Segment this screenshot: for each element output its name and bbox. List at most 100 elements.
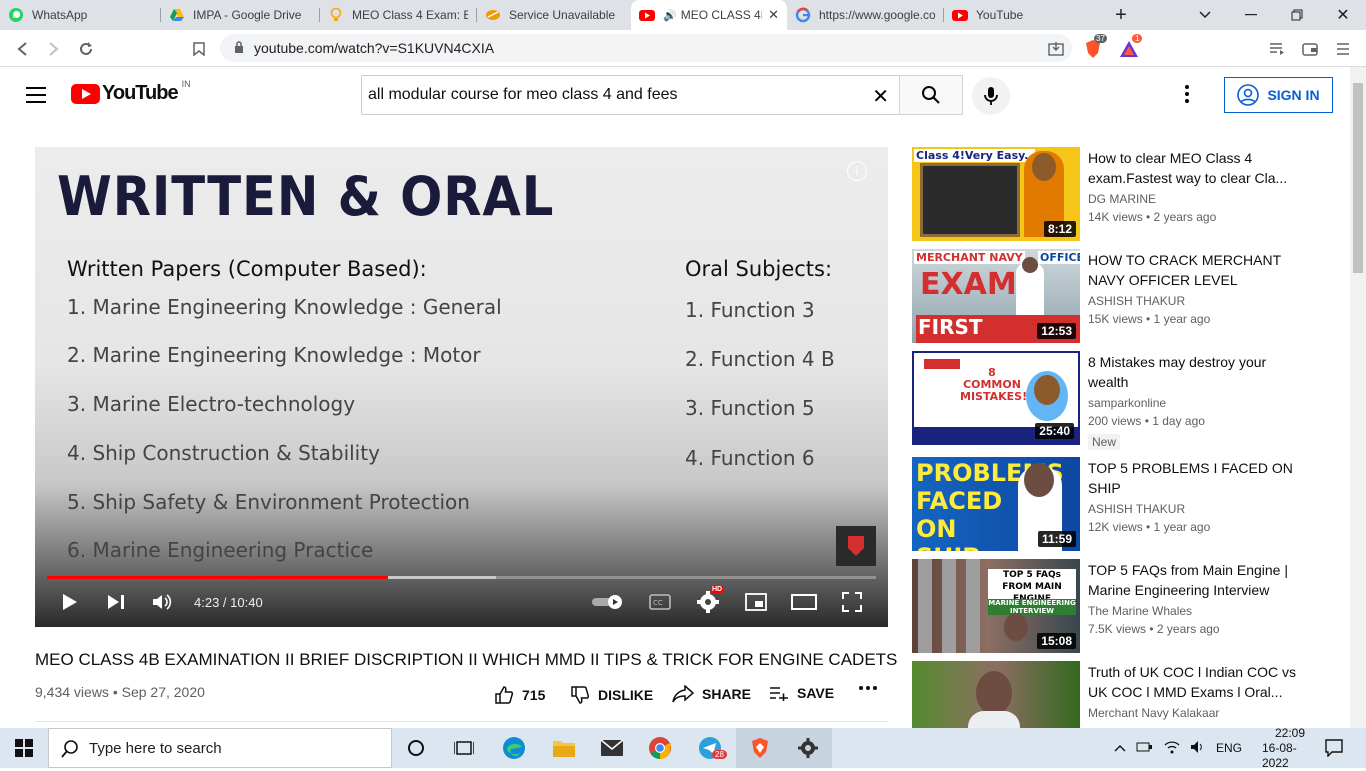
recommendation-item[interactable]: 8 COMMON MISTAKES! 25:40 8 Mistakes may …: [912, 351, 1332, 450]
more-options-icon[interactable]: [1185, 85, 1189, 109]
tab-service-unavailable[interactable]: Service Unavailable: [477, 0, 631, 30]
address-bar[interactable]: youtube.com/watch?v=S1KUVN4CXIA: [220, 34, 1072, 62]
recommendation-item[interactable]: MERCHANT NAVY EXAM OFFICER FIRST ATTEMP …: [912, 249, 1332, 345]
new-tab-button[interactable]: +: [1098, 0, 1144, 30]
bookmark-icon[interactable]: [186, 36, 212, 62]
channel-name[interactable]: ASHISH THAKUR: [1088, 294, 1185, 308]
tab-youtube[interactable]: YouTube: [944, 0, 1100, 30]
network-icon[interactable]: [1136, 740, 1154, 757]
video-thumbnail[interactable]: TOP 5 FAQs FROM MAIN ENGINE MARINE ENGIN…: [912, 559, 1080, 653]
file-explorer-button[interactable]: [540, 728, 588, 768]
sign-in-label: SIGN IN: [1267, 87, 1320, 103]
progress-bar[interactable]: [47, 576, 876, 579]
audio-playing-icon[interactable]: 🔊: [663, 9, 677, 22]
start-button[interactable]: [0, 728, 48, 768]
video-thumbnail[interactable]: Class 4!Very Easy.. 8:12: [912, 147, 1080, 241]
cortana-button[interactable]: [392, 728, 440, 768]
channel-name[interactable]: samparkonline: [1088, 396, 1166, 410]
video-thumbnail[interactable]: MERCHANT NAVY EXAM OFFICER FIRST ATTEMP …: [912, 249, 1080, 343]
youtube-logo[interactable]: YouTube IN: [71, 79, 191, 105]
recommendation-title[interactable]: How to clear MEO Class 4 exam.Fastest wa…: [1088, 148, 1298, 188]
scrollbar-thumb[interactable]: [1353, 83, 1363, 273]
telegram-button[interactable]: 28: [686, 728, 734, 768]
mute-button[interactable]: [150, 589, 176, 615]
playlist-icon[interactable]: [1264, 36, 1290, 62]
recommendation-item[interactable]: Class 4!Very Easy.. 8:12 How to clear ME…: [912, 147, 1332, 243]
page-scrollbar[interactable]: [1350, 67, 1366, 728]
notifications-button[interactable]: [1310, 728, 1358, 768]
settings-app-button[interactable]: [784, 728, 832, 768]
divider: [35, 721, 888, 722]
tab-title: https://www.google.co: [819, 8, 935, 22]
tab-google-drive[interactable]: IMPA - Google Drive: [161, 0, 319, 30]
duration-badge: 12:53: [1037, 323, 1076, 339]
forward-button[interactable]: [41, 36, 67, 62]
reload-button[interactable]: [73, 36, 99, 62]
play-button[interactable]: [57, 589, 83, 615]
install-app-icon[interactable]: [1043, 36, 1069, 62]
video-thumbnail[interactable]: 8 COMMON MISTAKES! 25:40: [912, 351, 1080, 445]
recommendation-title[interactable]: 8 Mistakes may destroy your wealth: [1088, 352, 1298, 392]
channel-name[interactable]: DG MARINE: [1088, 192, 1156, 206]
recommendation-item[interactable]: Truth of UK COC l Indian COC vs UK COC l…: [912, 661, 1332, 728]
theater-mode-button[interactable]: [790, 589, 818, 615]
language-indicator[interactable]: ENG: [1216, 741, 1242, 755]
recommendation-item[interactable]: PROBLEMS FACED ON SHIP 11:59 TOP 5 PROBL…: [912, 457, 1332, 553]
minimize-button[interactable]: [1228, 0, 1274, 30]
video-thumbnail[interactable]: PROBLEMS FACED ON SHIP 11:59: [912, 457, 1080, 551]
settings-button[interactable]: HD: [695, 586, 724, 615]
tab-meo-class-4-exam[interactable]: MEO Class 4 Exam: Elig: [320, 0, 476, 30]
wallet-icon[interactable]: [1297, 36, 1323, 62]
tab-google[interactable]: https://www.google.co: [787, 0, 943, 30]
search-button[interactable]: [899, 75, 963, 115]
wifi-icon[interactable]: [1164, 740, 1180, 757]
recommendation-title[interactable]: TOP 5 FAQs from Main Engine | Marine Eng…: [1088, 560, 1298, 600]
channel-name[interactable]: ASHISH THAKUR: [1088, 502, 1185, 516]
recommendation-title[interactable]: HOW TO CRACK MERCHANT NAVY OFFICER LEVEL…: [1088, 250, 1298, 290]
edge-button[interactable]: [490, 728, 538, 768]
clear-search-icon[interactable]: ✕: [872, 84, 889, 109]
close-window-button[interactable]: ✕: [1320, 0, 1366, 30]
tab-search-chevron-icon[interactable]: [1182, 0, 1228, 30]
autoplay-toggle[interactable]: [590, 589, 626, 615]
brave-rewards-icon[interactable]: 1: [1116, 34, 1143, 62]
view-stats: 7.5K views • 2 years ago: [1088, 622, 1220, 636]
fullscreen-button[interactable]: [839, 589, 865, 615]
save-button[interactable]: SAVE: [769, 685, 834, 701]
taskbar-search-input[interactable]: Type here to search: [48, 728, 392, 768]
like-button[interactable]: 715: [494, 685, 545, 705]
voice-search-button[interactable]: [972, 77, 1010, 115]
captions-button[interactable]: CC: [647, 589, 673, 615]
channel-name[interactable]: Merchant Navy Kalakaar: [1088, 706, 1219, 720]
back-button[interactable]: [9, 36, 35, 62]
restore-button[interactable]: [1274, 0, 1320, 30]
share-button[interactable]: SHARE: [672, 685, 751, 703]
search-input[interactable]: all modular course for meo class 4 and f…: [361, 75, 900, 115]
browser-menu-icon[interactable]: [1330, 36, 1356, 62]
task-view-button[interactable]: [440, 728, 488, 768]
channel-name[interactable]: The Marine Whales: [1088, 604, 1192, 618]
recommendation-title[interactable]: Truth of UK COC l Indian COC vs UK COC l…: [1088, 662, 1298, 702]
hamburger-menu-icon[interactable]: [26, 87, 46, 103]
lock-icon[interactable]: [234, 40, 244, 56]
brave-button[interactable]: [736, 728, 784, 768]
mail-button[interactable]: [588, 728, 636, 768]
info-icon[interactable]: i: [847, 161, 867, 181]
volume-icon[interactable]: [1190, 740, 1206, 757]
recommendation-title[interactable]: TOP 5 PROBLEMS I FACED ON SHIP: [1088, 458, 1298, 498]
video-player[interactable]: WRITTEN & ORAL Written Papers (Computer …: [35, 147, 888, 627]
miniplayer-button[interactable]: [743, 589, 769, 615]
tab-whatsapp[interactable]: WhatsApp: [0, 0, 160, 30]
channel-watermark[interactable]: [836, 526, 876, 566]
sign-in-button[interactable]: SIGN IN: [1224, 77, 1333, 113]
chrome-button[interactable]: [636, 728, 684, 768]
brave-shields-icon[interactable]: 37: [1080, 34, 1107, 62]
video-thumbnail[interactable]: [912, 661, 1080, 728]
close-tab-icon[interactable]: ✕: [768, 7, 779, 23]
tab-meo-class-4b[interactable]: 🔊 MEO CLASS 4B ✕: [631, 0, 787, 30]
dislike-button[interactable]: DISLIKE: [570, 685, 653, 705]
recommendation-item[interactable]: TOP 5 FAQs FROM MAIN ENGINE MARINE ENGIN…: [912, 559, 1332, 655]
more-actions-button[interactable]: [858, 685, 878, 691]
tray-chevron-icon[interactable]: [1114, 741, 1126, 755]
next-button[interactable]: [103, 589, 129, 615]
